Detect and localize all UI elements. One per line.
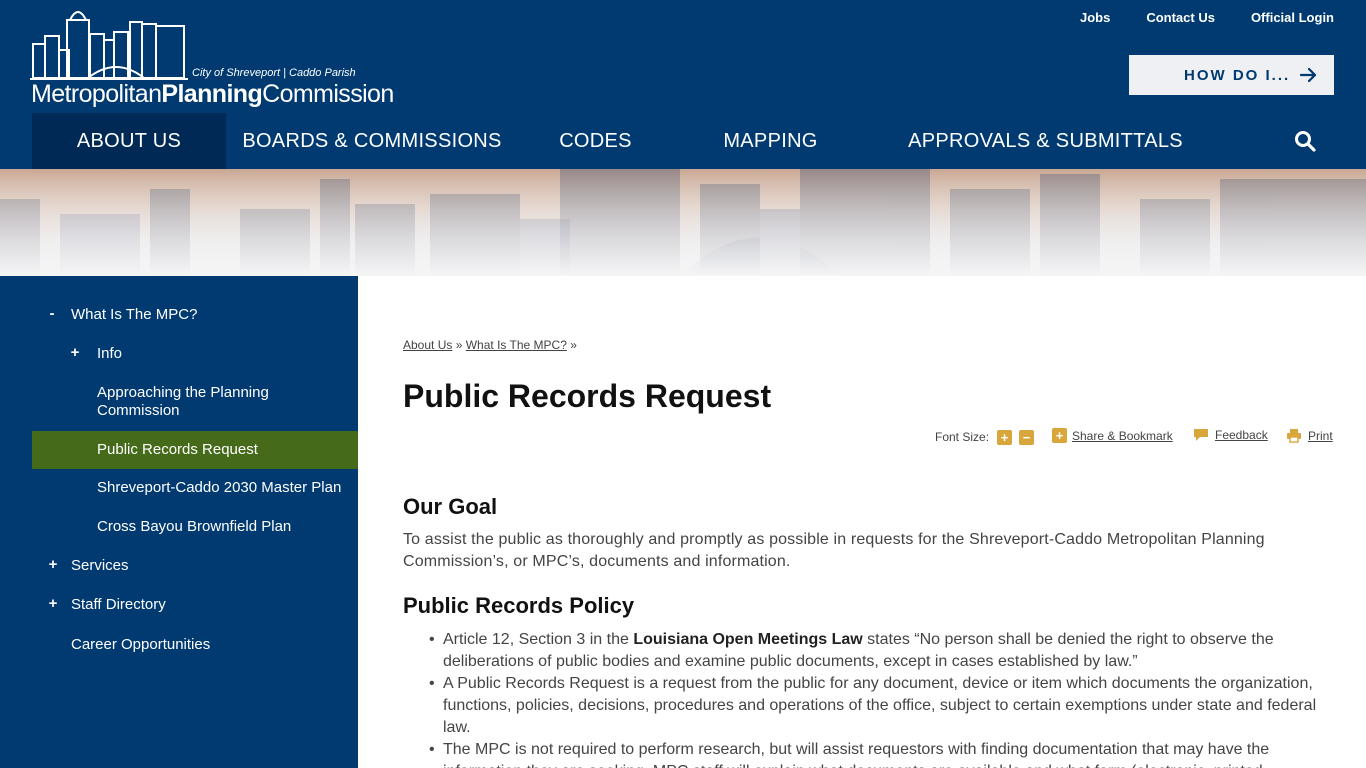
search-icon[interactable]	[1294, 130, 1316, 152]
expand-toggle[interactable]: +	[46, 595, 60, 612]
sidebar-item-staff-directory[interactable]: Staff Directory	[71, 596, 166, 614]
font-decrease-icon[interactable]: −	[1019, 430, 1034, 445]
main-nav: ABOUT US BOARDS & COMMISSIONS CODES MAPP…	[32, 113, 1334, 169]
util-link-jobs[interactable]: Jobs	[1080, 10, 1110, 25]
font-size-control: Font Size:	[935, 430, 989, 444]
util-link-official-login[interactable]: Official Login	[1251, 10, 1334, 25]
goal-paragraph: To assist the public as thoroughly and p…	[403, 531, 1265, 570]
breadcrumb-link-what-is-the-mpc[interactable]: What Is The MPC?	[466, 338, 567, 352]
sidebar-item-public-records-request[interactable]: Public Records Request	[97, 441, 258, 459]
share-plus-icon: +	[1052, 428, 1067, 443]
expand-toggle[interactable]: +	[46, 556, 60, 573]
util-link-contact-us[interactable]: Contact Us	[1146, 10, 1215, 25]
printer-icon	[1287, 429, 1301, 443]
section-heading-our-goal: Our Goal	[403, 494, 498, 519]
collapse-toggle[interactable]: -	[45, 305, 59, 322]
arrow-right-icon	[1300, 67, 1317, 83]
nav-mapping[interactable]: MAPPING	[673, 113, 868, 169]
policy-item-text: Article 12, Section 3 in the	[443, 631, 634, 648]
how-do-i-button[interactable]: HOW DO I...	[1129, 55, 1334, 95]
main-content: About Us » What Is The MPC? » Public Rec…	[358, 276, 1366, 768]
print-label: Print	[1308, 428, 1333, 443]
policy-list: Article 12, Section 3 in the Louisiana O…	[403, 629, 1323, 768]
share-bookmark-link[interactable]: + Share & Bookmark	[1052, 428, 1173, 443]
nav-codes[interactable]: CODES	[518, 113, 673, 169]
site-logo[interactable]: City of Shreveport | Caddo Parish Metrop…	[30, 4, 430, 108]
hero-banner	[0, 169, 1366, 276]
skyline-logo-icon	[30, 11, 188, 80]
logo-city-line: City of Shreveport | Caddo Parish	[192, 67, 356, 79]
section-heading-public-records-policy: Public Records Policy	[403, 593, 635, 618]
sidebar-item-info[interactable]: Info	[97, 345, 122, 363]
site-header: City of Shreveport | Caddo Parish Metrop…	[0, 0, 1366, 169]
sidebar-item-cross-bayou[interactable]: Cross Bayou Brownfield Plan	[97, 518, 291, 536]
sidebar-item-approaching-planning-commission[interactable]: Approaching the Planning Commission	[97, 384, 317, 420]
sidebar-nav: - What Is The MPC? + Info Approaching th…	[0, 276, 358, 768]
utility-nav: Jobs Contact Us Official Login	[1044, 10, 1334, 25]
city-skyline-image	[0, 169, 1366, 276]
speech-bubble-icon	[1194, 429, 1208, 441]
page-title: Public Records Request	[403, 378, 772, 414]
logo-name-part2: Planning	[161, 80, 263, 108]
feedback-link[interactable]: Feedback	[1193, 428, 1268, 442]
policy-item-text: The MPC is not required to perform resea…	[443, 741, 1270, 768]
expand-toggle[interactable]: +	[68, 344, 82, 361]
logo-name-part1: Metropolitan	[31, 80, 162, 108]
font-size-label: Font Size:	[935, 430, 990, 444]
sidebar-item-what-is-the-mpc[interactable]: What Is The MPC?	[71, 306, 197, 324]
nav-about-us[interactable]: ABOUT US	[32, 113, 226, 169]
logo-name-part3: Commission	[262, 80, 394, 108]
share-bookmark-label: Share & Bookmark	[1072, 428, 1173, 443]
sidebar-item-master-plan[interactable]: Shreveport-Caddo 2030 Master Plan	[97, 479, 341, 497]
font-increase-icon[interactable]: +	[997, 430, 1012, 445]
policy-item-text: A Public Records Request is a request fr…	[443, 675, 1317, 736]
list-item: A Public Records Request is a request fr…	[403, 673, 1323, 739]
nav-approvals-submittals[interactable]: APPROVALS & SUBMITTALS	[868, 113, 1223, 169]
sidebar-item-career-opportunities[interactable]: Career Opportunities	[71, 636, 210, 654]
breadcrumb-separator: »	[455, 338, 463, 352]
list-item: The MPC is not required to perform resea…	[403, 739, 1323, 768]
sidebar-item-services[interactable]: Services	[71, 557, 129, 575]
breadcrumb-link-about-us[interactable]: About Us	[403, 338, 452, 352]
breadcrumb-separator: »	[570, 338, 577, 352]
nav-boards-commissions[interactable]: BOARDS & COMMISSIONS	[226, 113, 518, 169]
logo-name: MetropolitanPlanningCommission	[31, 80, 394, 109]
how-do-i-label: HOW DO I...	[1184, 66, 1291, 84]
print-link[interactable]: Print	[1286, 428, 1333, 443]
list-item: Article 12, Section 3 in the Louisiana O…	[403, 629, 1323, 673]
breadcrumb: About Us » What Is The MPC? »	[403, 338, 577, 352]
feedback-label: Feedback	[1215, 428, 1268, 442]
open-meetings-law-link: Louisiana Open Meetings Law	[633, 631, 863, 648]
